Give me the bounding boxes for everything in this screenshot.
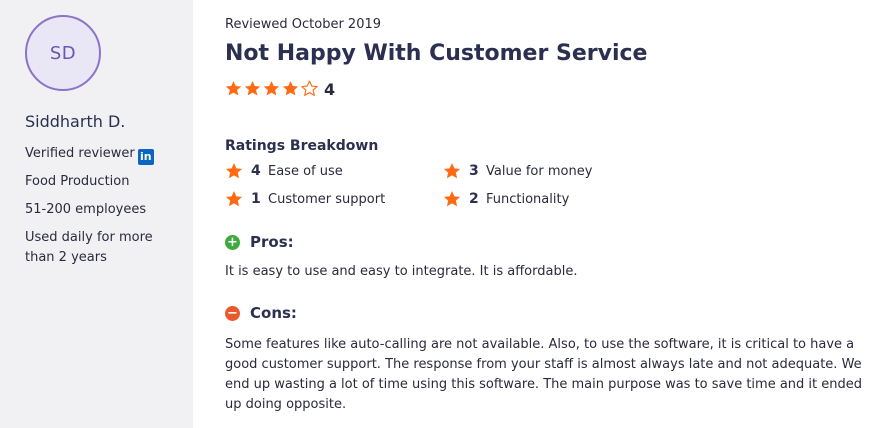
overall-rating: 4 — [225, 77, 335, 99]
overall-rating-value: 4 — [324, 80, 336, 99]
rating-label: Functionality — [486, 191, 570, 207]
verified-reviewer: Verified reviewer in — [25, 144, 185, 165]
star-filled-icon — [244, 80, 261, 95]
rating-value: 2 — [469, 191, 479, 207]
plus-circle-icon: + — [225, 234, 240, 250]
star-icon — [225, 191, 243, 207]
cons-heading: − Cons: — [225, 304, 297, 322]
star-icon — [443, 163, 461, 179]
rating-value: 3 — [469, 163, 479, 179]
rating-ease-of-use: 4 Ease of use — [225, 162, 343, 180]
reviewer-sidebar: SD Siddharth D. Verified reviewer in Food… — [0, 0, 193, 428]
rating-label: Ease of use — [268, 163, 343, 179]
pros-heading: + Pros: — [225, 233, 294, 251]
rating-value-for-money: 3 Value for money — [443, 162, 592, 180]
star-icon — [225, 163, 243, 179]
pros-text: It is easy to use and easy to integrate.… — [225, 264, 578, 279]
cons-text: Some features like auto-calling are not … — [225, 337, 862, 412]
linkedin-icon[interactable]: in — [137, 149, 154, 165]
reviewer-company-size: 51-200 employees — [25, 202, 147, 217]
rating-customer-support: 1 Customer support — [225, 190, 385, 208]
verified-label: Verified reviewer — [25, 146, 135, 161]
ratings-breakdown-heading: Ratings Breakdown — [225, 138, 379, 154]
star-icon — [443, 191, 461, 207]
cons-title: Cons: — [250, 304, 297, 322]
avatar: SD — [25, 15, 101, 91]
rating-label: Value for money — [486, 163, 593, 179]
overall-stars — [225, 79, 320, 97]
reviewer-name: Siddharth D. — [25, 112, 126, 131]
reviewer-industry: Food Production — [25, 174, 130, 189]
review-title: Not Happy With Customer Service — [225, 41, 648, 66]
star-filled-icon — [282, 80, 299, 95]
minus-circle-icon: − — [225, 305, 240, 321]
star-empty-icon — [301, 79, 318, 96]
rating-value: 4 — [251, 163, 261, 179]
rating-functionality: 2 Functionality — [443, 190, 569, 208]
rating-value: 1 — [251, 191, 261, 207]
star-filled-icon — [263, 80, 280, 95]
rating-label: Customer support — [268, 191, 386, 207]
reviewer-usage: Used daily for more than 2 years — [25, 230, 153, 265]
review-date: Reviewed October 2019 — [225, 17, 382, 32]
star-filled-icon — [225, 80, 242, 95]
pros-title: Pros: — [250, 233, 294, 251]
